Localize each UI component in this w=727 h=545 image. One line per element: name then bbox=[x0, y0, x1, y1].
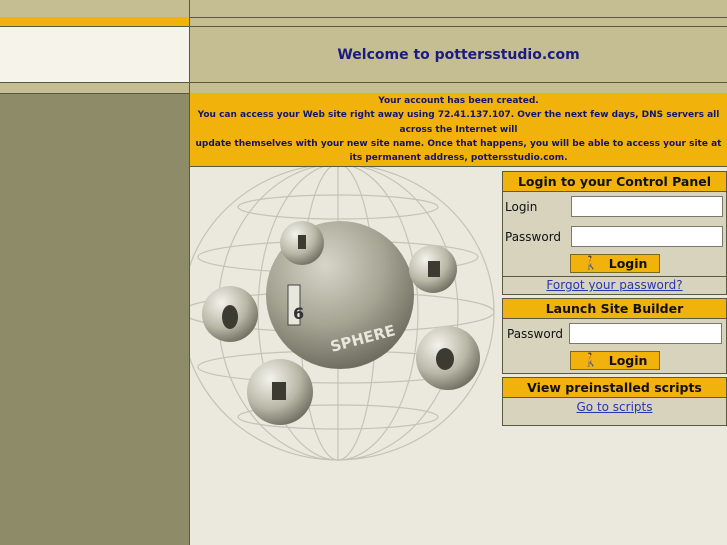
scripts-box: View preinstalled scripts Go to scripts bbox=[502, 377, 727, 426]
site-builder-login-button-label: Login bbox=[608, 353, 648, 368]
left-accent-bar bbox=[0, 17, 190, 27]
notice-line-2: You can access your Web site right away … bbox=[197, 110, 720, 135]
account-notice: Your account has been created. You can a… bbox=[190, 93, 727, 167]
password-input[interactable] bbox=[571, 226, 723, 247]
control-panel-login-button-label: Login bbox=[608, 256, 648, 271]
login-input[interactable] bbox=[571, 196, 723, 217]
site-builder-password-input[interactable] bbox=[569, 323, 722, 344]
right-top-band bbox=[190, 0, 727, 17]
left-divider-strip bbox=[0, 82, 190, 94]
notice-line-3: update themselves with your new site nam… bbox=[195, 138, 722, 164]
go-to-scripts-link[interactable]: Go to scripts bbox=[503, 400, 726, 414]
globe-graphic: 6 SPHERE bbox=[181, 163, 502, 467]
password-label: Password bbox=[505, 230, 562, 244]
logo-number: 6 bbox=[293, 304, 304, 323]
control-panel-login-box: Login to your Control Panel Login Passwo… bbox=[502, 171, 727, 295]
site-builder-login-button[interactable]: 🚶 Login bbox=[570, 351, 660, 370]
control-panel-title: Login to your Control Panel bbox=[503, 172, 726, 192]
left-top-band bbox=[0, 0, 190, 17]
walking-person-icon: 🚶 bbox=[582, 353, 599, 368]
right-accent-bar bbox=[190, 17, 727, 27]
scripts-title: View preinstalled scripts bbox=[503, 378, 726, 398]
walking-person-icon: 🚶 bbox=[582, 256, 599, 271]
sphere-illustration: 6 SPHERE bbox=[181, 163, 502, 467]
page-title: Welcome to pottersstudio.com bbox=[190, 27, 727, 82]
site-builder-password-label: Password bbox=[507, 327, 564, 341]
site-builder-title: Launch Site Builder bbox=[503, 299, 726, 319]
forgot-password-link[interactable]: Forgot your password? bbox=[503, 278, 726, 292]
left-sidebar bbox=[0, 94, 190, 545]
control-panel-login-button[interactable]: 🚶 Login bbox=[570, 254, 660, 273]
left-header-cell bbox=[0, 27, 190, 82]
login-label: Login bbox=[505, 200, 538, 214]
notice-line-1: Your account has been created. bbox=[378, 96, 539, 106]
site-builder-box: Launch Site Builder Password 🚶 Login bbox=[502, 298, 727, 374]
